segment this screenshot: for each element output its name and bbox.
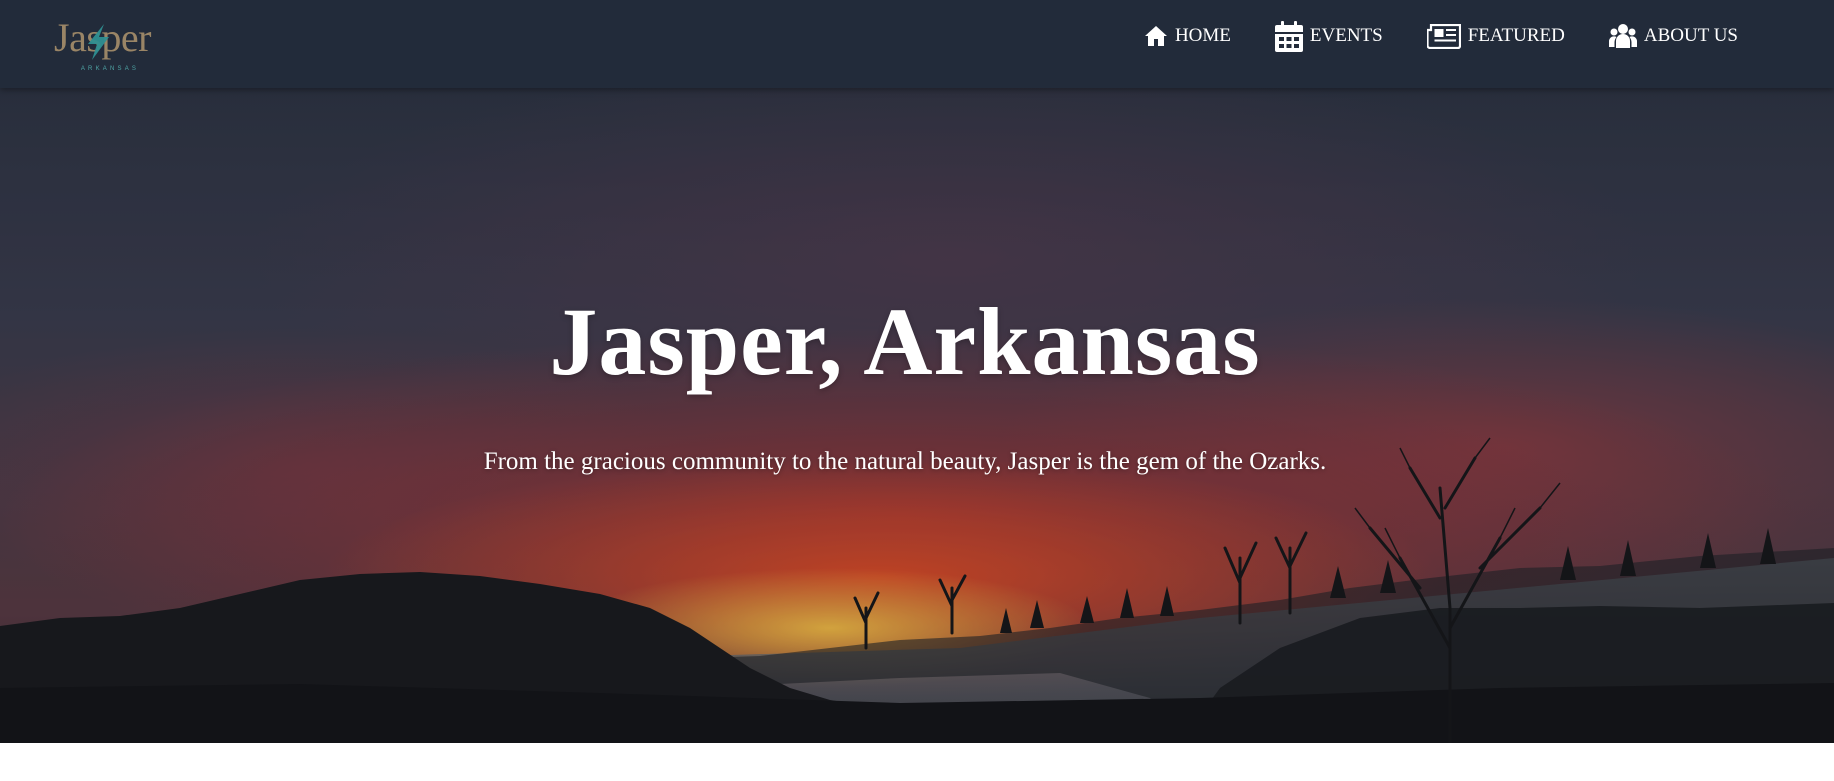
hero-subtitle: From the gracious community to the natur… [483,448,1327,475]
main-nav: HOME EVENTS FEATURED ABOUT US [1144,20,1738,52]
nav-featured-label: FEATURED [1467,25,1565,46]
nav-events[interactable]: EVENTS [1274,20,1383,52]
nav-events-label: EVENTS [1309,25,1383,46]
hero-banner: Jasper, Arkansas From the gracious commu… [0,88,1834,743]
users-icon [1608,24,1637,48]
nav-featured[interactable]: FEATURED [1426,23,1565,49]
nav-home[interactable]: HOME [1144,25,1231,47]
nav-about-us[interactable]: ABOUT US [1608,23,1738,49]
navbar: Jasper ARKANSAS HOME EVENTS [0,0,1834,88]
calendar-icon [1274,20,1303,52]
nav-about-us-label: ABOUT US [1643,25,1738,46]
home-icon [1144,26,1167,46]
nav-home-label: HOME [1174,25,1231,46]
newspaper-icon [1426,23,1461,49]
lightning-bolt-icon [88,24,109,60]
hero-title: Jasper, Arkansas [549,288,1261,395]
logo-subline: ARKANSAS [80,66,140,72]
hero-landscape [0,437,1834,743]
site-logo[interactable]: Jasper ARKANSAS [54,16,164,73]
